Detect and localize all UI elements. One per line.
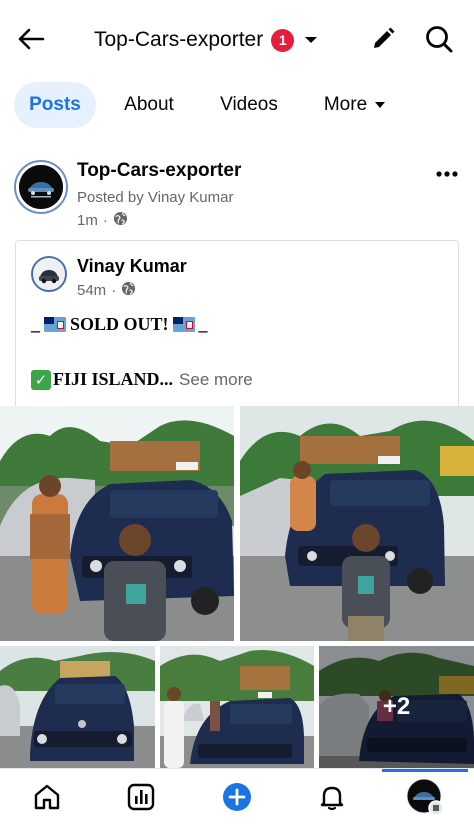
shared-timestamp: 54m · — [77, 281, 136, 300]
globe-icon — [113, 211, 128, 230]
post-photo-2[interactable] — [240, 406, 474, 641]
more-photos-count: +2 — [382, 693, 411, 720]
tab-label: Videos — [220, 94, 278, 115]
post-header: Top-Cars-exporter Posted by Vinay Kumar … — [0, 150, 474, 234]
page-title: Top-Cars-exporter — [94, 28, 264, 51]
tab-label: About — [124, 94, 174, 115]
post-photo-1[interactable] — [0, 406, 234, 641]
post-photo-3[interactable] — [0, 646, 155, 768]
tab-label: More — [323, 94, 368, 115]
profile-menu-icon[interactable] — [405, 777, 445, 817]
tab-videos[interactable]: Videos — [206, 82, 292, 128]
back-arrow-icon[interactable] — [14, 22, 48, 56]
post-photo-4[interactable] — [160, 646, 314, 768]
search-icon[interactable] — [422, 22, 456, 56]
post-timestamp: 1m · — [77, 211, 128, 230]
pencil-icon[interactable] — [368, 24, 398, 54]
tab-posts[interactable]: Posts — [14, 82, 96, 128]
post-text-line-1: _ SOLD OUT! _ — [31, 314, 208, 335]
post-photo-5[interactable]: +2 — [319, 646, 474, 768]
post-time: 1m — [77, 212, 98, 229]
page-tabs: Posts About Videos More — [0, 80, 474, 132]
separator-dot: · — [102, 212, 108, 229]
shared-post-card[interactable]: Vinay Kumar 54m · _ SOLD OUT! _ ✓ FIJI I… — [15, 240, 459, 406]
top-app-bar: Top-Cars-exporter 1 — [0, 0, 474, 78]
create-icon[interactable] — [217, 777, 257, 817]
notifications-icon[interactable] — [312, 777, 352, 817]
tab-more[interactable]: More — [310, 82, 400, 128]
page-avatar[interactable] — [16, 162, 66, 212]
shared-time: 54m — [77, 282, 107, 299]
insights-icon[interactable] — [121, 777, 161, 817]
text-prefix: _ — [31, 314, 40, 334]
fiji-island-text: FIJI ISLAND... — [53, 369, 174, 389]
shared-author-avatar[interactable] — [31, 256, 67, 292]
check-mark-icon: ✓ — [31, 369, 51, 390]
page-switcher[interactable]: Top-Cars-exporter 1 — [94, 24, 320, 56]
posted-by-label: Posted by Vinay Kumar — [77, 189, 234, 206]
tab-label: Posts — [29, 94, 81, 115]
bottom-navigation — [0, 768, 474, 824]
globe-icon — [121, 281, 136, 300]
text-suffix: _ — [198, 314, 208, 334]
active-tab-indicator — [382, 769, 468, 772]
caret-down-icon — [374, 101, 386, 109]
tab-about[interactable]: About — [110, 82, 188, 128]
home-icon[interactable] — [27, 777, 67, 817]
separator-dot: · — [111, 282, 117, 299]
more-horizontal-icon[interactable] — [432, 164, 462, 184]
notification-badge: 1 — [271, 28, 295, 52]
post-author[interactable]: Top-Cars-exporter — [77, 160, 241, 182]
fiji-flag-icon — [44, 317, 66, 332]
post-text-line-2: ✓ FIJI ISLAND... See more — [31, 369, 253, 390]
caret-down-icon — [302, 31, 320, 49]
shared-author-name[interactable]: Vinay Kumar — [77, 256, 187, 277]
sold-out-text: SOLD OUT! — [70, 314, 169, 334]
fiji-flag-icon — [172, 317, 195, 332]
see-more-link[interactable]: See more — [179, 370, 253, 390]
more-photos-overlay[interactable]: +2 — [319, 646, 474, 768]
